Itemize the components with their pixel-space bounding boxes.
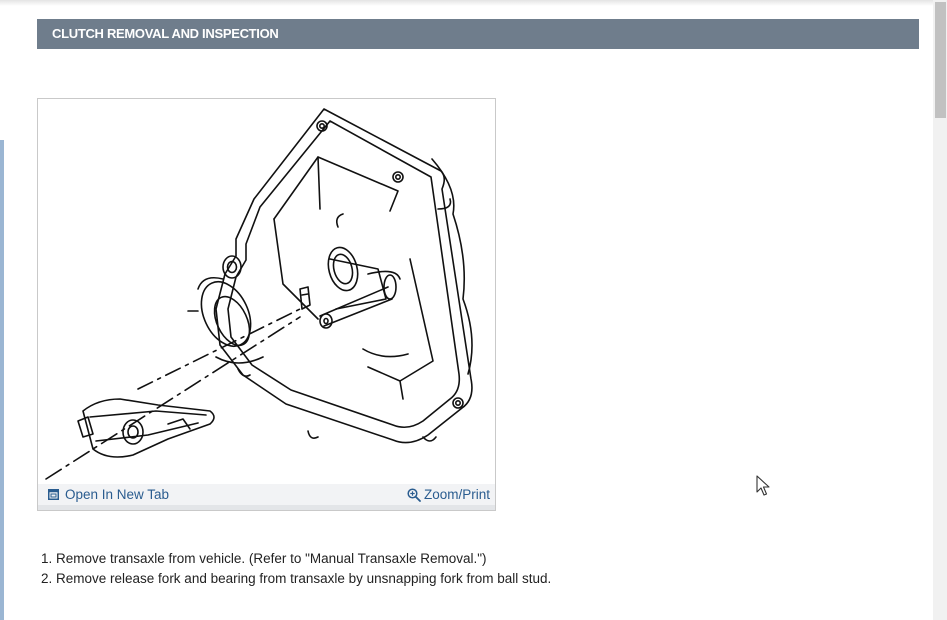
step-1: 1. Remove transaxle from vehicle. (Refer… (41, 551, 487, 566)
step-2: 2. Remove release fork and bearing from … (41, 571, 552, 586)
scrollbar-thumb[interactable] (935, 2, 946, 118)
top-shadow (0, 0, 933, 6)
clutch-transaxle-illustration[interactable] (38, 99, 495, 484)
zoom-magnifier-icon (407, 487, 421, 502)
open-in-new-tab-link[interactable]: Open In New Tab (48, 484, 169, 505)
left-window-edge (0, 140, 4, 620)
page: CLUTCH REMOVAL AND INSPECTION Open In Ne… (0, 0, 947, 620)
open-in-new-tab-icon (48, 489, 59, 500)
zoom-print-label: Zoom/Print (423, 487, 490, 502)
figure-bottom-edge (38, 505, 495, 510)
figure-container: Open In New Tab Zoom/Print (37, 98, 496, 511)
zoom-print-link[interactable]: Zoom/Print (407, 484, 490, 505)
section-title: CLUTCH REMOVAL AND INSPECTION (37, 19, 919, 49)
open-in-new-tab-label: Open In New Tab (65, 487, 170, 502)
figure-toolbar: Open In New Tab Zoom/Print (38, 484, 495, 505)
procedure-steps: 1. Remove transaxle from vehicle. (Refer… (41, 549, 901, 589)
mouse-pointer-icon (756, 475, 770, 496)
